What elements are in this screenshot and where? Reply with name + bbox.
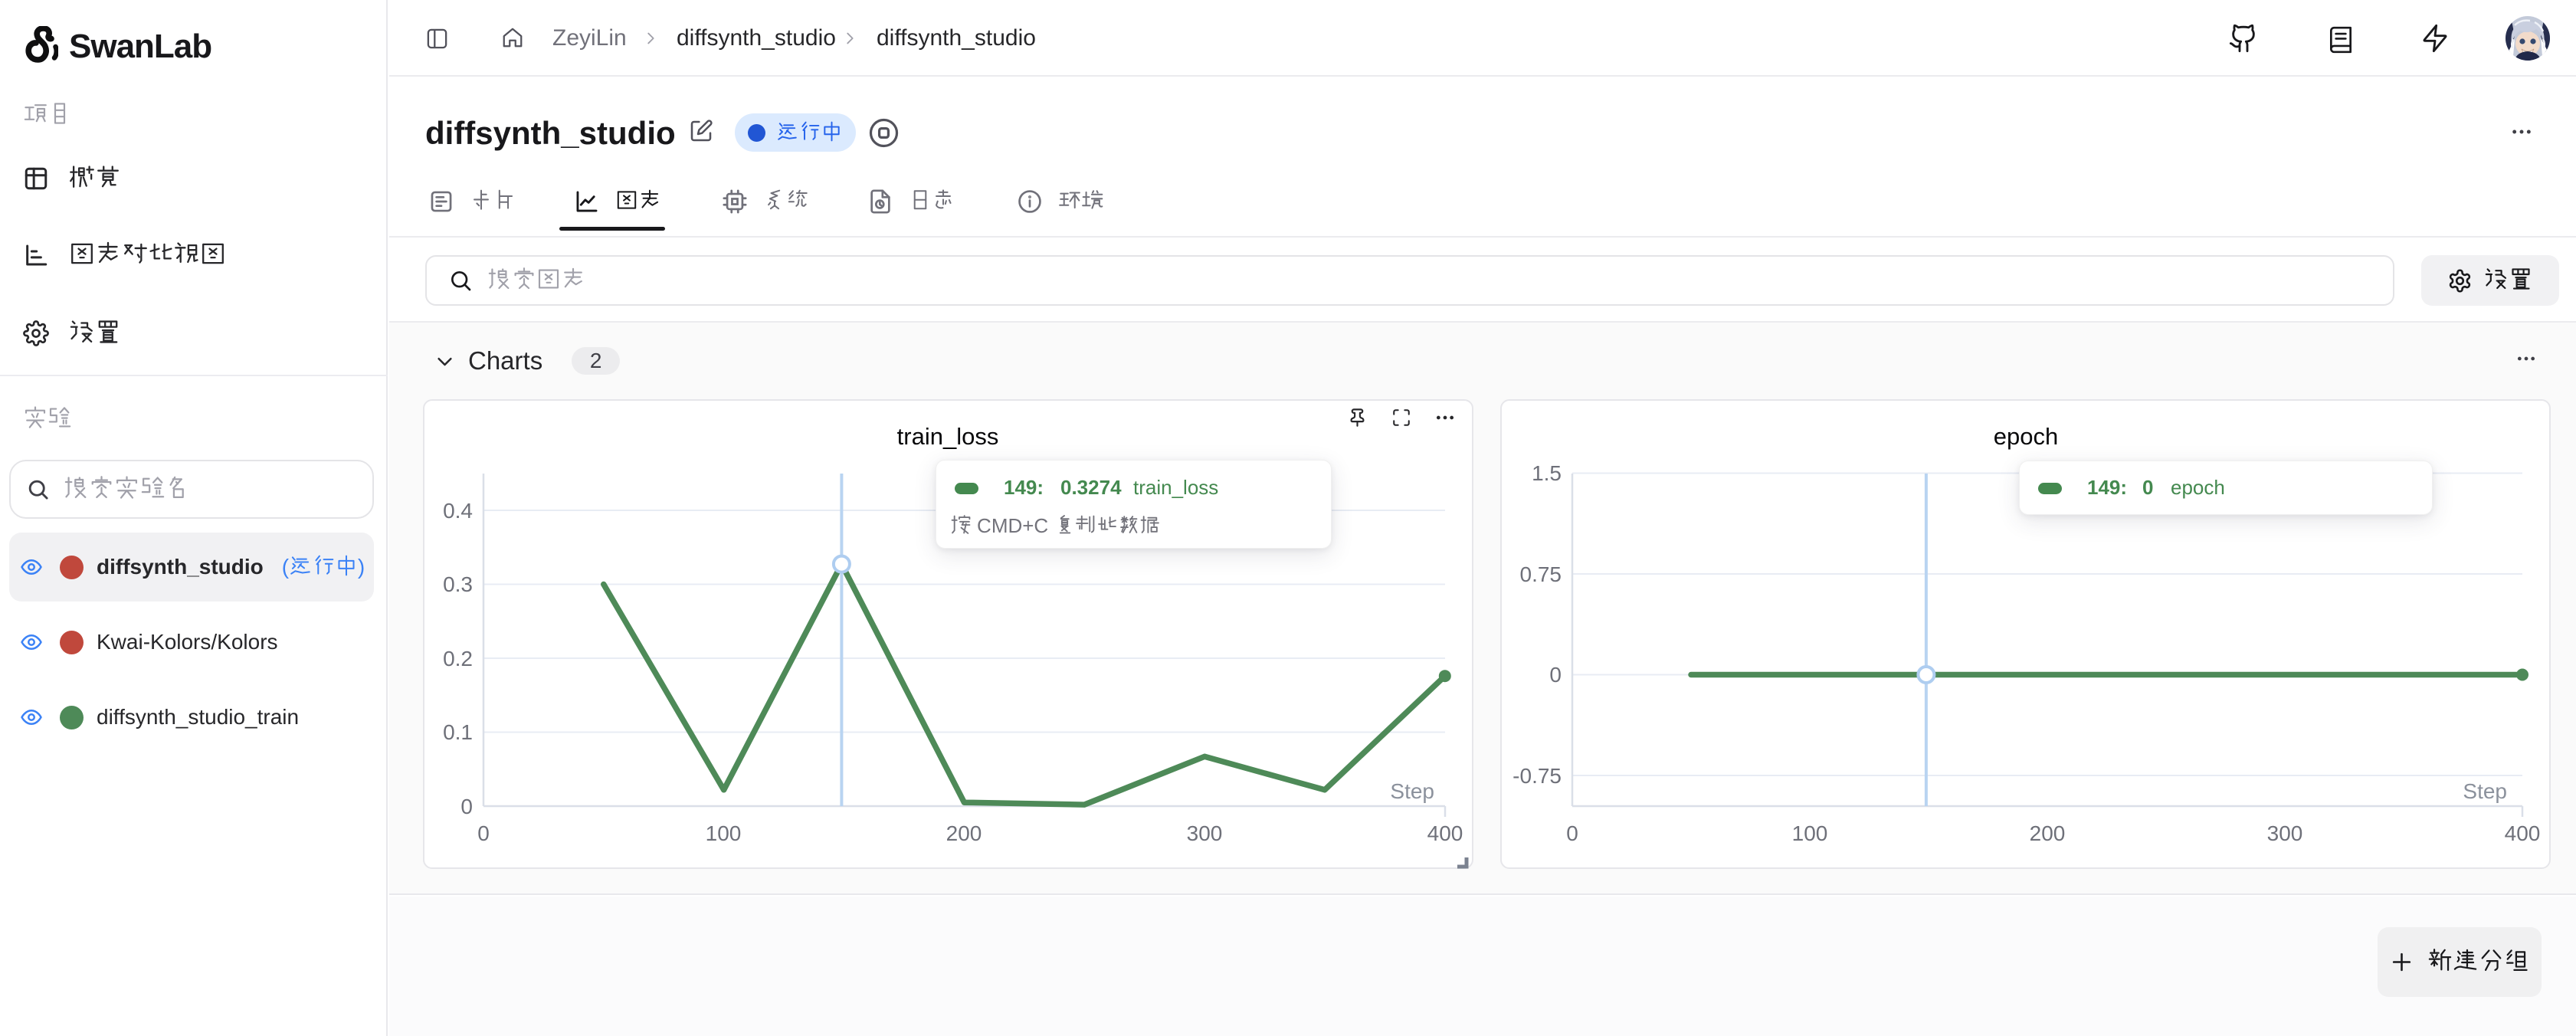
svg-text:400: 400 xyxy=(1427,821,1463,845)
svg-text:Step: Step xyxy=(2463,779,2507,803)
svg-text:0: 0 xyxy=(477,821,490,845)
svg-text:0.4: 0.4 xyxy=(443,499,473,523)
svg-text:100: 100 xyxy=(1792,821,1828,845)
svg-text:0: 0 xyxy=(1566,821,1578,845)
svg-text:0: 0 xyxy=(1549,663,1562,687)
svg-text:0.3: 0.3 xyxy=(443,572,473,596)
svg-text:300: 300 xyxy=(1187,821,1223,845)
svg-text:1.5: 1.5 xyxy=(1532,461,1562,485)
svg-text:200: 200 xyxy=(946,821,982,845)
svg-text:0.1: 0.1 xyxy=(443,720,473,744)
svg-text:200: 200 xyxy=(2030,821,2066,845)
svg-text:100: 100 xyxy=(706,821,742,845)
svg-text:400: 400 xyxy=(2505,821,2541,845)
svg-text:Step: Step xyxy=(1390,779,1434,803)
svg-text:-0.75: -0.75 xyxy=(1512,764,1562,788)
svg-text:0.75: 0.75 xyxy=(1520,562,1562,586)
svg-text:300: 300 xyxy=(2267,821,2303,845)
svg-text:0.2: 0.2 xyxy=(443,647,473,670)
svg-text:0: 0 xyxy=(460,795,473,818)
